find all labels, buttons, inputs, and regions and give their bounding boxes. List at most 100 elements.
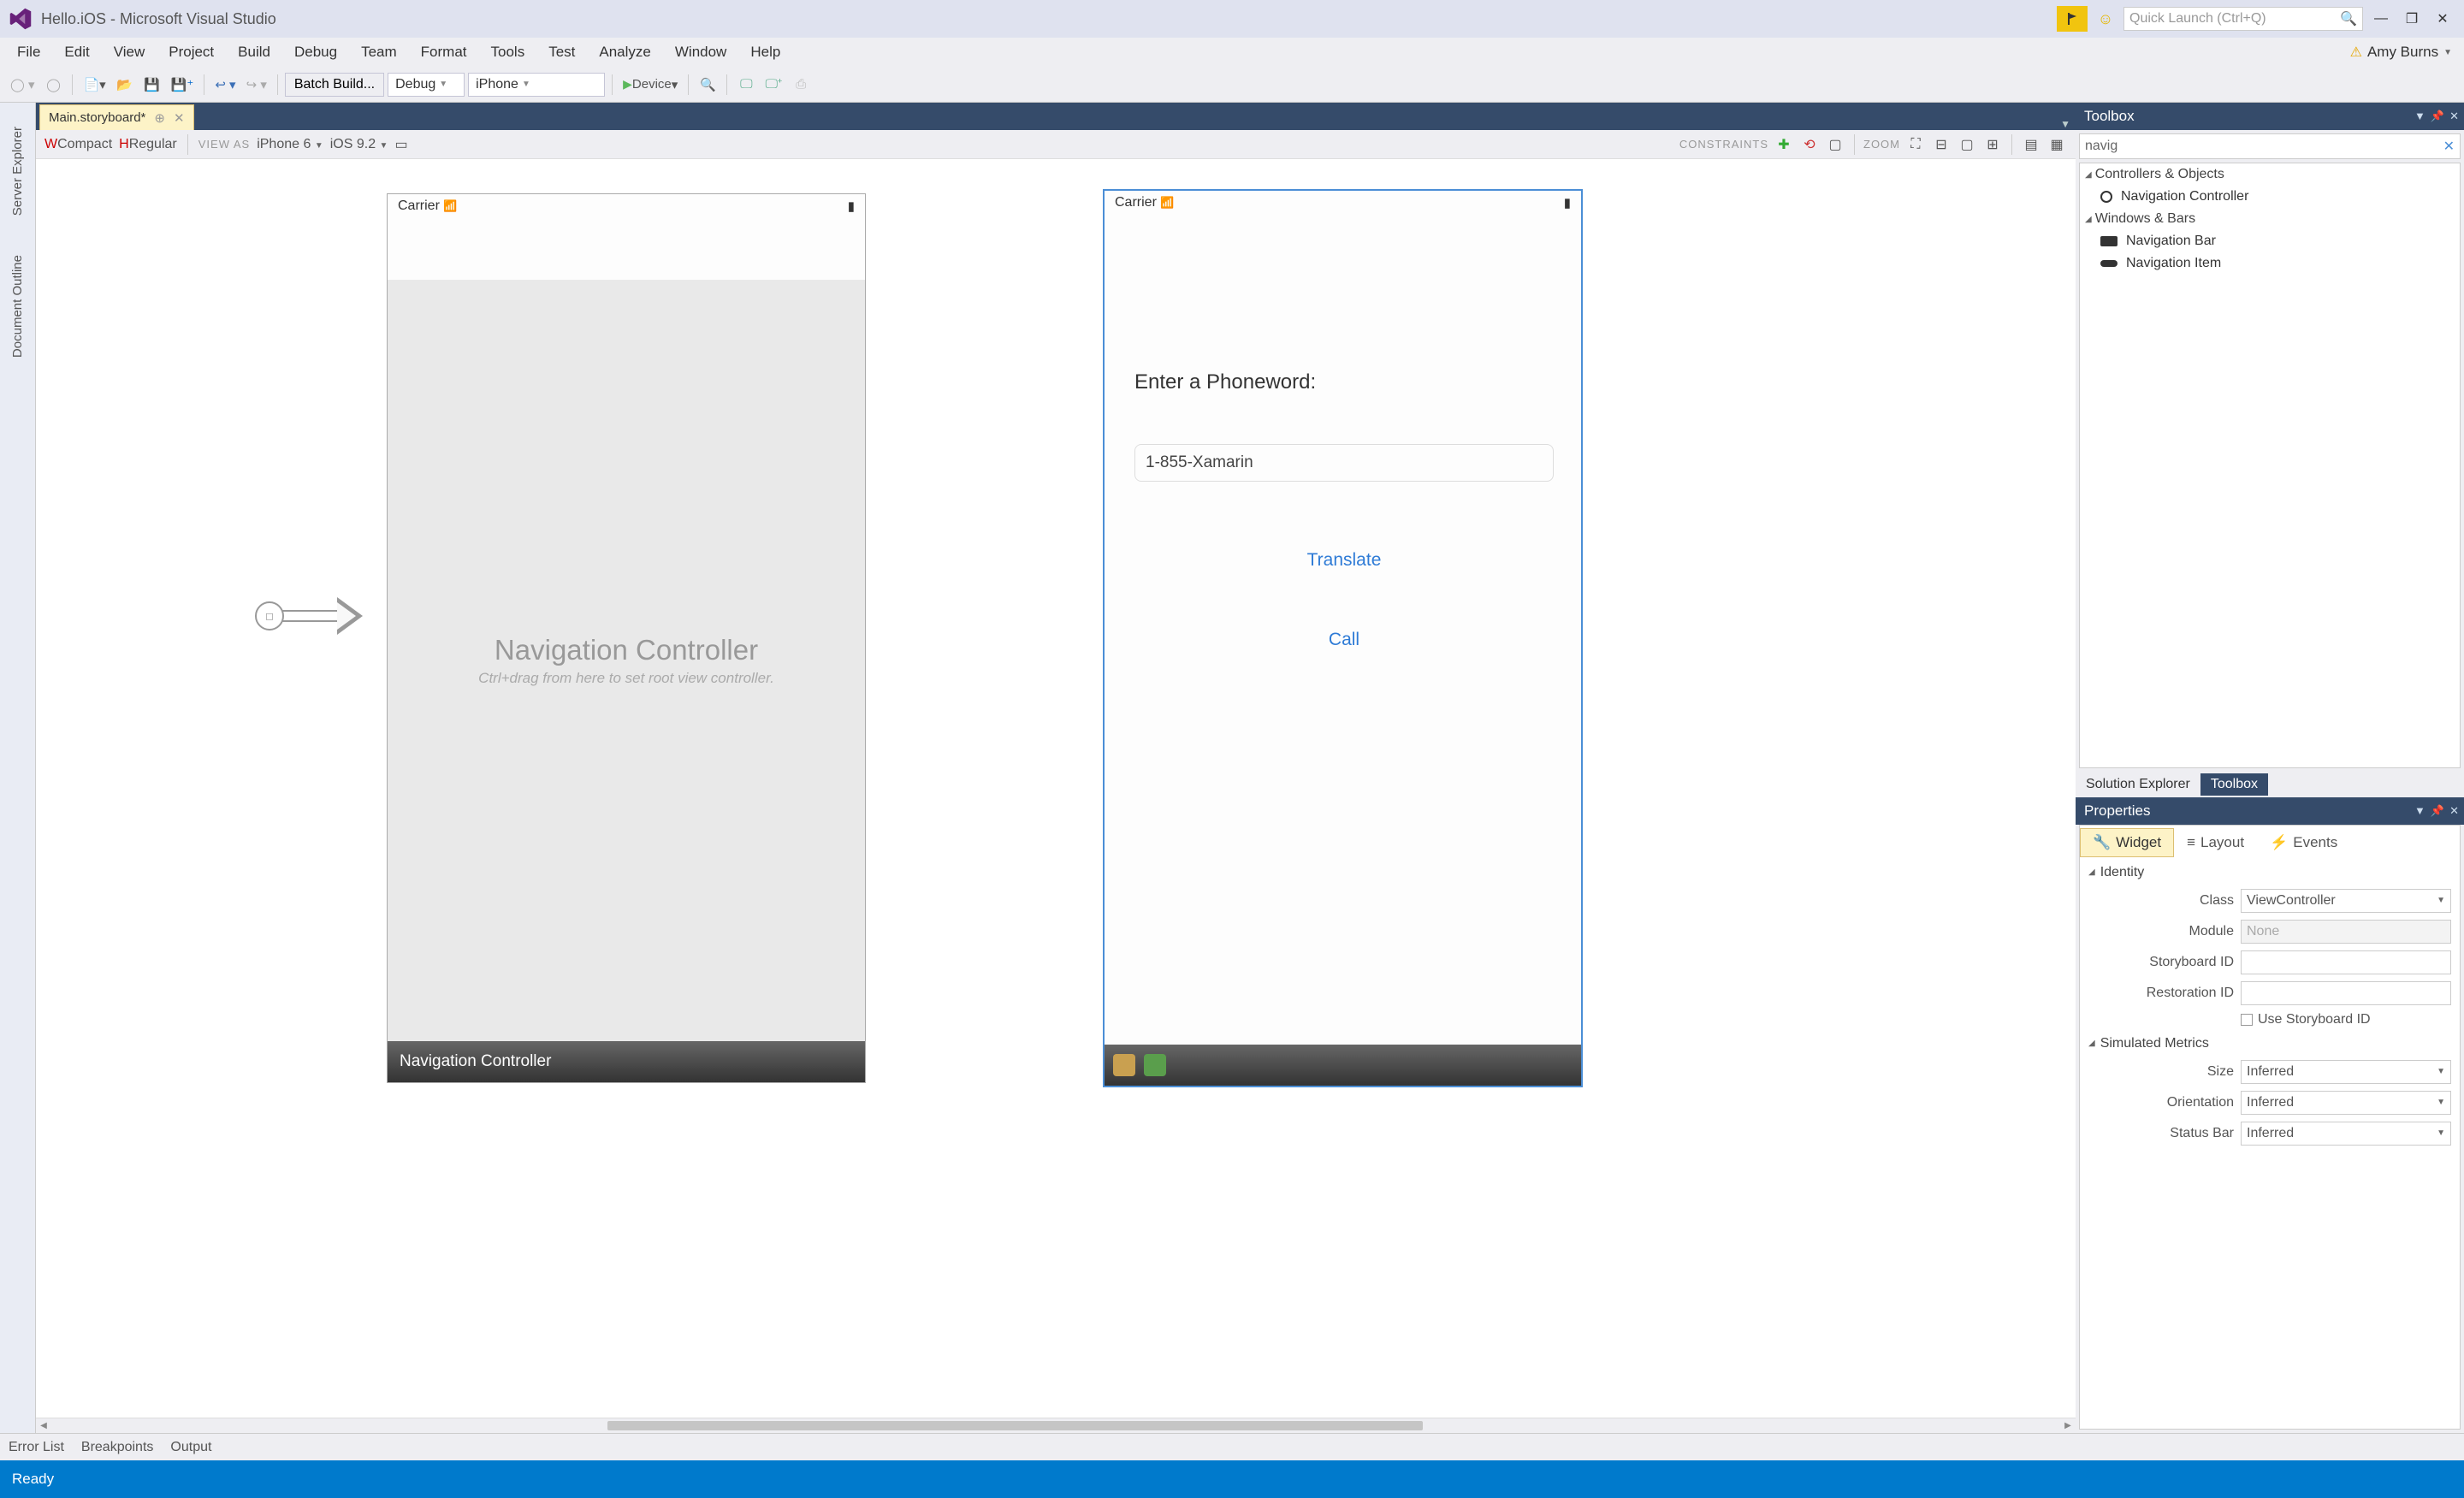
scroll-thumb[interactable]	[607, 1421, 1424, 1430]
menu-help[interactable]: Help	[738, 40, 792, 64]
tab-output[interactable]: Output	[170, 1440, 211, 1455]
panel-menu-icon[interactable]: ▼	[2414, 804, 2426, 818]
class-input[interactable]: ViewController▼	[2241, 889, 2451, 913]
module-input[interactable]: None	[2241, 920, 2451, 944]
constraint-update-icon[interactable]: ⟲	[1799, 134, 1820, 155]
menu-file[interactable]: File	[5, 40, 52, 64]
initial-vc-arrow-icon[interactable]: ◻	[255, 597, 363, 635]
constraint-frame-icon[interactable]: ▢	[1825, 134, 1845, 155]
toolbox-search-input[interactable]: navig ✕	[2079, 133, 2461, 159]
statusbar-input[interactable]: Inferred▼	[2241, 1122, 2451, 1146]
pin-icon[interactable]: 📌	[2431, 804, 2444, 818]
document-outline-tab[interactable]: Document Outline	[10, 248, 25, 364]
menu-test[interactable]: Test	[536, 40, 587, 64]
device-3-button[interactable]: ⎙	[789, 73, 813, 97]
feedback-smile-button[interactable]: ☺	[2093, 6, 2118, 32]
toolbox-item-navigation-bar[interactable]: Navigation Bar	[2080, 230, 2460, 252]
toolbox-panel-header[interactable]: Toolbox ▼ 📌 ✕	[2076, 103, 2464, 130]
translate-button[interactable]: Translate	[1134, 550, 1554, 571]
misc-2-icon[interactable]: ▦	[2046, 134, 2067, 155]
storyboard-canvas[interactable]: ◻ Carrier 📶 ▮ Navigation Controller Ctrl…	[36, 159, 2076, 1418]
storyboard-id-input[interactable]	[2241, 950, 2451, 974]
scene-view-controller[interactable]: Carrier 📶 ▮ Enter a Phoneword: 1-855-Xam…	[1103, 189, 1583, 1087]
nav-forward-button[interactable]: ◯	[41, 73, 65, 97]
menu-view[interactable]: View	[102, 40, 157, 64]
device-selector[interactable]: iPhone 6 ▼	[257, 137, 323, 152]
quick-launch-input[interactable]: Quick Launch (Ctrl+Q) 🔍	[2123, 7, 2363, 31]
find-button[interactable]: 🔍	[696, 73, 720, 97]
toolbox-item-navigation-item[interactable]: Navigation Item	[2080, 252, 2460, 275]
zoom-out-icon[interactable]: ⊟	[1931, 134, 1952, 155]
user-menu-chevron-icon[interactable]: ▼	[2443, 48, 2452, 57]
zoom-in-icon[interactable]: ⊞	[1982, 134, 2003, 155]
menu-window[interactable]: Window	[663, 40, 738, 64]
zoom-fit-icon[interactable]: ⛶	[1905, 134, 1926, 155]
menu-project[interactable]: Project	[157, 40, 226, 64]
phoneword-input[interactable]: 1-855-Xamarin	[1134, 444, 1554, 482]
menu-build[interactable]: Build	[226, 40, 282, 64]
scroll-left-icon[interactable]: ◀	[36, 1418, 51, 1433]
tab-error-list[interactable]: Error List	[9, 1440, 64, 1455]
device-icon[interactable]: ▭	[394, 136, 407, 153]
menu-tools[interactable]: Tools	[479, 40, 537, 64]
section-simulated-metrics[interactable]: ◢Simulated Metrics	[2080, 1031, 2460, 1057]
save-all-button[interactable]: 💾⁺	[168, 73, 198, 97]
tab-toolbox[interactable]: Toolbox	[2200, 773, 2268, 796]
server-explorer-tab[interactable]: Server Explorer	[10, 120, 25, 222]
zoom-actual-icon[interactable]: ▢	[1957, 134, 1977, 155]
start-button[interactable]: ▶ Device ▾	[619, 73, 681, 97]
pin-icon[interactable]: ⊕	[154, 110, 165, 126]
document-tab-main-storyboard[interactable]: Main.storyboard* ⊕ ✕	[39, 104, 194, 130]
constraint-add-icon[interactable]: ✚	[1774, 134, 1794, 155]
close-window-button[interactable]: ✕	[2430, 6, 2455, 32]
menu-edit[interactable]: Edit	[52, 40, 101, 64]
restoration-id-input[interactable]	[2241, 981, 2451, 1005]
size-input[interactable]: Inferred▼	[2241, 1060, 2451, 1084]
scroll-right-icon[interactable]: ▶	[2060, 1418, 2076, 1433]
tab-solution-explorer[interactable]: Solution Explorer	[2076, 773, 2200, 796]
device-1-button[interactable]: 🖵	[734, 73, 758, 97]
nav-back-button[interactable]: ◯ ▾	[7, 73, 38, 97]
toolbox-group-windows-bars[interactable]: ◢Windows & Bars	[2080, 208, 2460, 230]
mode-events-tab[interactable]: ⚡Events	[2257, 828, 2350, 857]
scene-dock[interactable]	[1105, 1045, 1581, 1086]
clear-search-icon[interactable]: ✕	[2443, 138, 2455, 155]
phoneword-label[interactable]: Enter a Phoneword:	[1134, 370, 1316, 394]
target-selector[interactable]: iPhone▼	[468, 73, 605, 97]
menu-format[interactable]: Format	[409, 40, 479, 64]
menu-team[interactable]: Team	[349, 40, 409, 64]
misc-1-icon[interactable]: ▤	[2021, 134, 2041, 155]
toolbox-item-navigation-controller[interactable]: Navigation Controller	[2080, 186, 2460, 208]
new-project-button[interactable]: 📄▾	[80, 73, 109, 97]
exit-icon[interactable]	[1144, 1054, 1166, 1076]
minimize-button[interactable]: —	[2368, 6, 2394, 32]
close-tab-icon[interactable]: ✕	[174, 110, 185, 126]
scene-bottom-bar[interactable]: Navigation Controller	[388, 1041, 865, 1082]
redo-button[interactable]: ↪ ▾	[243, 73, 270, 97]
menu-analyze[interactable]: Analyze	[587, 40, 662, 64]
user-name-label[interactable]: Amy Burns	[2367, 44, 2438, 61]
ios-selector[interactable]: iOS 9.2 ▼	[330, 137, 388, 152]
notifications-flag-button[interactable]	[2057, 6, 2088, 32]
toolbox-group-controllers[interactable]: ◢Controllers & Objects	[2080, 163, 2460, 186]
menu-debug[interactable]: Debug	[282, 40, 349, 64]
vc-icon[interactable]	[1113, 1054, 1135, 1076]
panel-menu-icon[interactable]: ▼	[2414, 110, 2426, 123]
tab-breakpoints[interactable]: Breakpoints	[81, 1440, 154, 1455]
section-identity[interactable]: ◢Identity	[2080, 860, 2460, 885]
open-button[interactable]: 📂	[113, 73, 137, 97]
call-button[interactable]: Call	[1134, 630, 1554, 650]
undo-button[interactable]: ↩ ▾	[211, 73, 239, 97]
device-2-button[interactable]: 🖵⁺	[761, 73, 785, 97]
tab-menu-chevron-icon[interactable]: ▼	[2060, 118, 2070, 130]
size-class-h[interactable]: HRegular	[119, 137, 177, 152]
mode-widget-tab[interactable]: 🔧Widget	[2080, 828, 2174, 857]
properties-panel-header[interactable]: Properties ▼ 📌 ✕	[2076, 797, 2464, 825]
config-selector[interactable]: Debug▼	[388, 73, 465, 97]
canvas-horizontal-scrollbar[interactable]: ◀ ▶	[36, 1418, 2076, 1433]
size-class-w[interactable]: WWCompactCompact	[44, 137, 112, 152]
use-storyboard-id-checkbox[interactable]	[2241, 1014, 2253, 1026]
restore-button[interactable]: ❐	[2399, 6, 2425, 32]
batch-build-button[interactable]: Batch Build...	[285, 73, 384, 97]
scene-navigation-controller[interactable]: Carrier 📶 ▮ Navigation Controller Ctrl+d…	[387, 193, 866, 1083]
